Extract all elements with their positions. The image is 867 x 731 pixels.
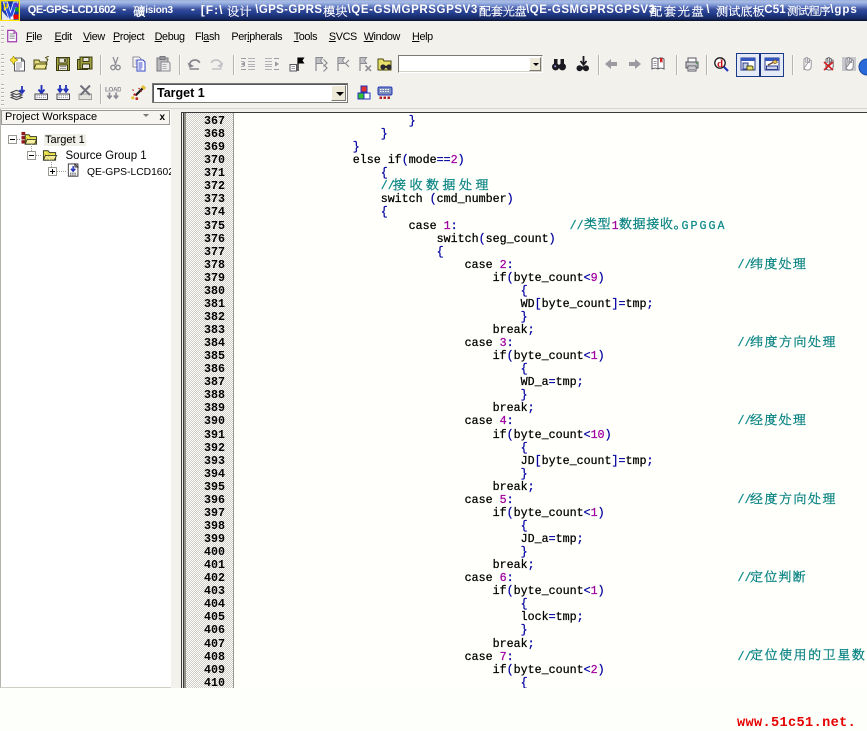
svg-text:LOAD: LOAD — [105, 87, 121, 94]
svg-text:d: d — [717, 58, 723, 70]
svg-text:µ: µ — [3, 1, 8, 11]
